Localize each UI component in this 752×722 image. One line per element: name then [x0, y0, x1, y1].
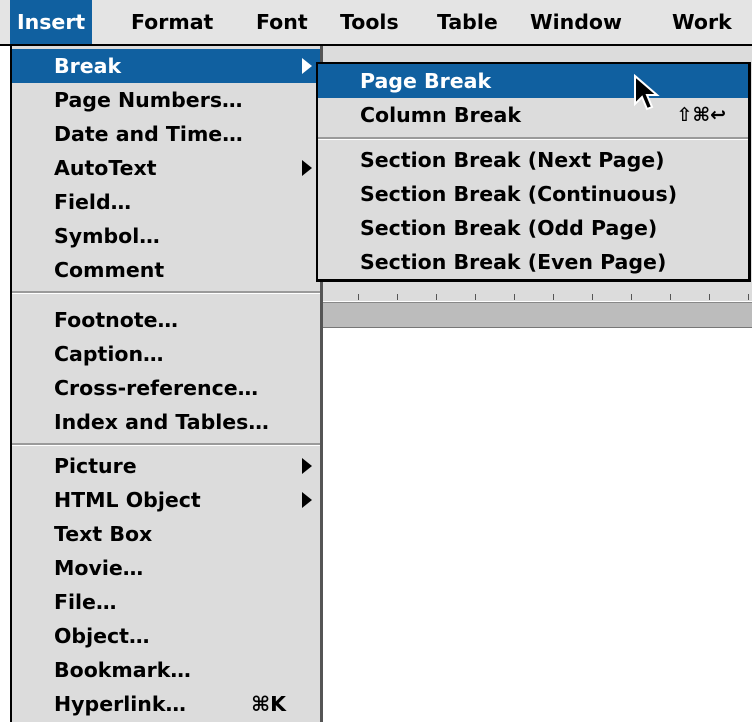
submenu-arrow-icon	[302, 160, 312, 176]
menu-item-html-object[interactable]: HTML Object	[12, 483, 320, 517]
submenu-separator	[318, 137, 748, 140]
column-break-shortcut: ⇧⌘↩	[676, 104, 726, 126]
arrow-pointer-icon	[634, 74, 660, 111]
submenu-arrow-icon	[302, 58, 312, 74]
menu-item-break-label: Break	[54, 54, 122, 78]
menu-separator	[12, 443, 320, 446]
menu-table[interactable]: Table	[437, 0, 498, 44]
submenu-arrow-icon	[302, 458, 312, 474]
submenu-item-section-break-continuous[interactable]: Section Break (Continuous)	[318, 177, 748, 211]
menu-insert[interactable]: Insert	[10, 0, 93, 44]
menu-item-cross-reference[interactable]: Cross-reference…	[12, 371, 320, 405]
menu-item-movie[interactable]: Movie…	[12, 551, 320, 585]
menu-item-text-box[interactable]: Text Box	[12, 517, 320, 551]
menu-item-bookmark[interactable]: Bookmark…	[12, 653, 320, 687]
menu-item-caption[interactable]: Caption…	[12, 337, 320, 371]
menu-item-comment[interactable]: Comment	[12, 253, 320, 287]
menu-item-autotext[interactable]: AutoText	[12, 151, 320, 185]
menu-tools[interactable]: Tools	[340, 0, 399, 44]
menu-item-field[interactable]: Field…	[12, 185, 320, 219]
break-submenu: Page Break Column Break ⇧⌘↩ Section Brea…	[316, 62, 751, 282]
submenu-arrow-icon	[302, 492, 312, 508]
menu-work[interactable]: Work	[672, 0, 732, 44]
submenu-item-section-break-odd-page[interactable]: Section Break (Odd Page)	[318, 211, 748, 245]
menu-item-page-numbers[interactable]: Page Numbers…	[12, 83, 320, 117]
menu-item-hyperlink[interactable]: Hyperlink… ⌘K	[12, 687, 320, 721]
menu-item-break[interactable]: Break	[12, 49, 320, 83]
menu-item-date-and-time[interactable]: Date and Time…	[12, 117, 320, 151]
document-ruler-strip	[320, 302, 752, 328]
submenu-item-section-break-even-page[interactable]: Section Break (Even Page)	[318, 245, 748, 279]
menu-item-index-and-tables[interactable]: Index and Tables…	[12, 405, 320, 439]
menu-format[interactable]: Format	[131, 0, 213, 44]
menu-item-autotext-label: AutoText	[54, 156, 157, 180]
menu-separator	[12, 291, 320, 294]
ruler-ticks	[320, 294, 752, 300]
submenu-item-column-break-label: Column Break	[360, 103, 521, 127]
menu-item-picture[interactable]: Picture	[12, 449, 320, 483]
menu-item-footnote[interactable]: Footnote…	[12, 303, 320, 337]
menu-item-html-object-label: HTML Object	[54, 488, 201, 512]
menu-window[interactable]: Window	[530, 0, 622, 44]
submenu-item-column-break[interactable]: Column Break ⇧⌘↩	[318, 98, 748, 132]
menu-item-object[interactable]: Object…	[12, 619, 320, 653]
menu-item-picture-label: Picture	[54, 454, 137, 478]
menu-item-file[interactable]: File…	[12, 585, 320, 619]
submenu-item-section-break-next-page[interactable]: Section Break (Next Page)	[318, 143, 748, 177]
menu-bar: Insert Format Font Tools Table Window Wo…	[0, 0, 752, 46]
submenu-item-page-break[interactable]: Page Break	[318, 64, 748, 98]
menu-item-hyperlink-label: Hyperlink…	[54, 692, 186, 716]
insert-menu: Break Page Numbers… Date and Time… AutoT…	[10, 46, 323, 722]
menu-font[interactable]: Font	[256, 0, 308, 44]
menu-item-symbol[interactable]: Symbol…	[12, 219, 320, 253]
hyperlink-shortcut: ⌘K	[251, 692, 286, 716]
